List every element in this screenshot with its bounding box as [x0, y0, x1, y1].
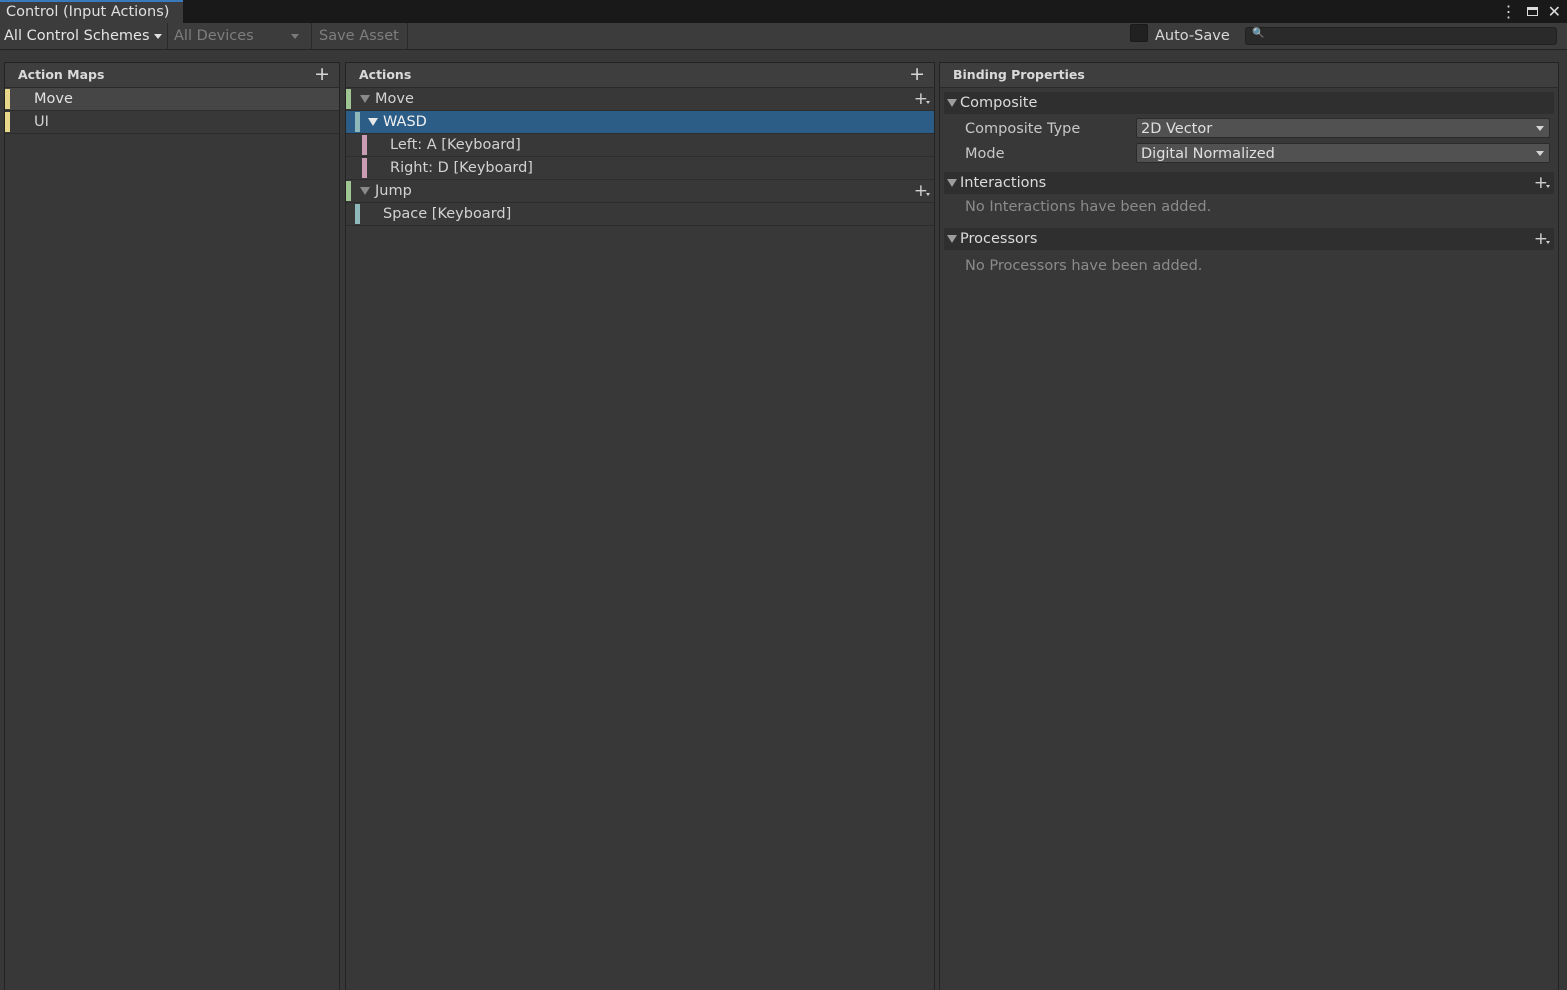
control-scheme-dropdown[interactable]: All Control Schemes: [4, 23, 162, 49]
action-map-item-ui[interactable]: UI: [5, 111, 339, 134]
action-row-move[interactable]: Move +: [346, 88, 934, 111]
expand-triangle-icon[interactable]: [360, 187, 370, 195]
composite-type-label: Composite Type: [965, 121, 1081, 137]
binding-row-space[interactable]: Space [Keyboard]: [346, 203, 934, 226]
devices-dropdown[interactable]: All Devices: [167, 23, 305, 49]
interactions-section-label: Interactions: [960, 175, 1047, 191]
expand-triangle-icon[interactable]: [947, 179, 957, 187]
binding-properties-header: Binding Properties: [940, 63, 1558, 88]
mode-value: Digital Normalized: [1141, 146, 1275, 162]
processors-section-header[interactable]: Processors +: [944, 228, 1554, 250]
action-map-label: UI: [34, 114, 49, 130]
binding-label: Space [Keyboard]: [383, 206, 512, 222]
mode-dropdown[interactable]: Digital Normalized: [1136, 143, 1550, 163]
add-processor-icon[interactable]: +: [1534, 228, 1550, 250]
binding-row-left[interactable]: Left: A [Keyboard]: [346, 134, 934, 157]
window-controls: ⋮ ✕: [1501, 0, 1561, 23]
action-maps-title: Action Maps: [18, 67, 105, 82]
processors-empty-text: No Processors have been added.: [965, 258, 1203, 274]
add-action-icon[interactable]: +: [909, 63, 925, 85]
composite-type-value: 2D Vector: [1141, 121, 1213, 137]
expand-triangle-icon[interactable]: [368, 118, 378, 126]
save-asset-button[interactable]: Save Asset: [311, 23, 408, 49]
action-maps-header: Action Maps +: [5, 63, 339, 88]
auto-save-checkbox[interactable]: [1130, 23, 1148, 42]
binding-label: Right: D [Keyboard]: [390, 160, 533, 176]
actions-header: Actions +: [346, 63, 934, 88]
binding-marker: [355, 204, 360, 224]
binding-properties-panel: Binding Properties Composite Composite T…: [939, 62, 1559, 990]
search-icon: 🔍: [1252, 28, 1265, 39]
search-input[interactable]: 🔍: [1245, 27, 1557, 45]
expand-triangle-icon[interactable]: [947, 99, 957, 107]
devices-label: All Devices: [174, 28, 254, 44]
composite-type-dropdown[interactable]: 2D Vector: [1136, 118, 1550, 138]
composite-label: WASD: [383, 114, 427, 130]
action-maps-panel: Action Maps + Move UI: [4, 62, 340, 990]
mode-field: Mode Digital Normalized: [940, 141, 1558, 166]
mode-label: Mode: [965, 146, 1005, 162]
composite-type-field: Composite Type 2D Vector: [940, 116, 1558, 141]
action-row-jump[interactable]: Jump +: [346, 180, 934, 203]
composite-section-label: Composite: [960, 95, 1038, 111]
add-binding-icon[interactable]: +: [914, 88, 930, 110]
action-marker: [346, 89, 351, 109]
chevron-down-icon: [1536, 126, 1544, 131]
action-map-marker: [5, 112, 10, 132]
maximize-icon[interactable]: [1526, 7, 1538, 16]
add-interaction-icon[interactable]: +: [1534, 172, 1550, 194]
binding-properties-title: Binding Properties: [953, 67, 1085, 82]
control-scheme-label: All Control Schemes: [4, 28, 150, 44]
actions-panel: Actions + Move + WASD Left: A [Keyboard]…: [345, 62, 935, 990]
expand-triangle-icon[interactable]: [947, 235, 957, 243]
action-map-marker: [5, 89, 10, 109]
chevron-down-icon: [153, 33, 162, 39]
auto-save-label: Auto-Save: [1155, 28, 1230, 44]
close-icon[interactable]: ✕: [1548, 2, 1561, 21]
chevron-down-icon: [1536, 151, 1544, 156]
expand-triangle-icon[interactable]: [360, 95, 370, 103]
action-label: Jump: [375, 183, 412, 199]
action-map-item-move[interactable]: Move: [5, 88, 339, 111]
add-binding-icon[interactable]: +: [914, 180, 930, 202]
action-label: Move: [375, 91, 414, 107]
add-action-map-icon[interactable]: +: [314, 63, 330, 85]
interactions-empty-text: No Interactions have been added.: [965, 199, 1212, 215]
toolbar: All Control Schemes All Devices Save Ass…: [0, 23, 1567, 50]
composite-row-wasd[interactable]: WASD: [346, 111, 934, 134]
action-map-label: Move: [34, 91, 73, 107]
composite-marker: [355, 112, 360, 132]
binding-row-right[interactable]: Right: D [Keyboard]: [346, 157, 934, 180]
binding-marker: [362, 158, 367, 178]
processors-section-label: Processors: [960, 231, 1038, 247]
composite-section-header[interactable]: Composite: [944, 92, 1554, 114]
window-tab[interactable]: Control (Input Actions): [0, 0, 183, 23]
binding-marker: [362, 135, 367, 155]
more-options-icon[interactable]: ⋮: [1501, 3, 1517, 20]
action-marker: [346, 181, 351, 201]
window-tab-bar: Control (Input Actions) ⋮ ✕: [0, 0, 1567, 23]
interactions-section-header[interactable]: Interactions +: [944, 172, 1554, 194]
binding-label: Left: A [Keyboard]: [390, 137, 521, 153]
auto-save-toggle[interactable]: Auto-Save: [1130, 23, 1230, 49]
actions-title: Actions: [359, 67, 412, 82]
chevron-down-icon: [291, 34, 299, 39]
